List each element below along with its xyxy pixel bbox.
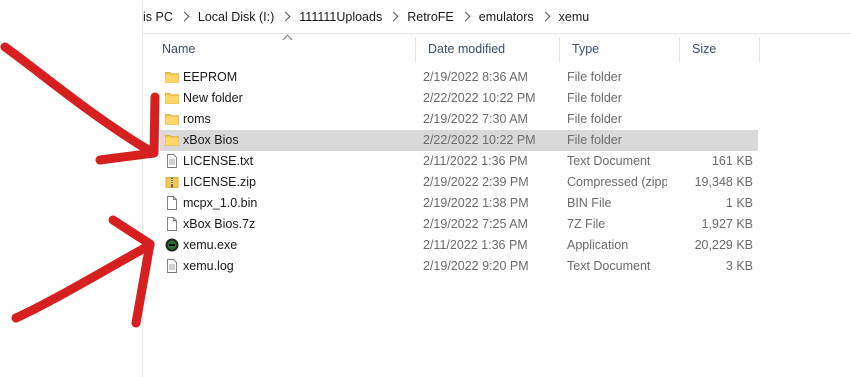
file-date: 2/22/2022 10:22 PM	[423, 133, 536, 147]
file-icon	[165, 196, 179, 210]
file-date: 2/22/2022 10:22 PM	[423, 91, 536, 105]
column-label-name: Name	[162, 42, 196, 56]
file-type: File folder	[567, 133, 622, 147]
column-label-size: Size	[692, 42, 717, 56]
file-date: 2/19/2022 1:38 PM	[423, 196, 529, 210]
file-date: 2/11/2022 1:36 PM	[423, 154, 528, 168]
file-date: 2/19/2022 8:36 AM	[423, 70, 528, 84]
folder-icon	[165, 91, 179, 105]
navigation-pane	[0, 0, 143, 377]
file-name: LICENSE.zip	[183, 175, 256, 189]
file-size: 1 KB	[725, 196, 753, 210]
file-type: Compressed (zipp...	[567, 175, 667, 189]
chevron-right-icon[interactable]	[540, 11, 551, 22]
chevron-right-icon[interactable]	[280, 11, 291, 22]
column-header-name[interactable]: Name	[150, 34, 416, 62]
file-row[interactable]: xBox Bios.7z 2/19/2022 7:25 AM 7Z File 1…	[160, 214, 758, 235]
column-label-type: Type	[572, 42, 600, 56]
file-size: 20,229 KB	[694, 238, 753, 252]
breadcrumb-xemu[interactable]: xemu	[553, 10, 596, 24]
xemu-app-icon	[165, 238, 179, 252]
file-name: xBox Bios	[183, 133, 239, 147]
file-row[interactable]: LICENSE.txt 2/11/2022 1:36 PM Text Docum…	[160, 151, 758, 172]
file-list: EEPROM 2/19/2022 8:36 AM File folder New…	[160, 67, 758, 277]
sort-ascending-icon	[282, 34, 293, 45]
file-size: 1,927 KB	[701, 217, 753, 231]
file-row[interactable]: EEPROM 2/19/2022 8:36 AM File folder	[160, 67, 758, 88]
column-header-size[interactable]: Size	[680, 37, 760, 62]
file-icon	[165, 217, 179, 231]
file-type: 7Z File	[567, 217, 606, 231]
file-date: 2/11/2022 1:36 PM	[423, 238, 528, 252]
file-type: Text Document	[567, 259, 651, 273]
chevron-right-icon[interactable]	[179, 11, 190, 22]
file-size: 3 KB	[725, 259, 753, 273]
folder-icon	[165, 133, 179, 147]
file-row[interactable]: LICENSE.zip 2/19/2022 2:39 PM Compressed…	[160, 172, 758, 193]
file-date: 2/19/2022 7:25 AM	[423, 217, 528, 231]
file-type: BIN File	[567, 196, 612, 210]
file-row[interactable]: xemu.log 2/19/2022 9:20 PM Text Document…	[160, 256, 758, 277]
file-row[interactable]: mcpx_1.0.bin 2/19/2022 1:38 PM BIN File …	[160, 193, 758, 214]
column-header-type[interactable]: Type	[560, 37, 680, 62]
column-header: Name Date modified Type Size	[150, 34, 770, 62]
column-header-date[interactable]: Date modified	[416, 37, 560, 62]
file-type: File folder	[567, 70, 622, 84]
text-document-icon	[165, 259, 179, 273]
address-bar[interactable]: is PC Local Disk (I:) 111111Uploads Retr…	[143, 0, 851, 34]
zip-folder-icon	[165, 175, 179, 189]
file-name: xemu.log	[183, 259, 234, 273]
file-name: New folder	[183, 91, 243, 105]
file-size: 161 KB	[711, 154, 753, 168]
file-type: File folder	[567, 112, 622, 126]
file-date: 2/19/2022 7:30 AM	[423, 112, 528, 126]
file-type: File folder	[567, 91, 622, 105]
chevron-right-icon[interactable]	[388, 11, 399, 22]
breadcrumb-retrofe[interactable]: RetroFE	[401, 10, 460, 24]
file-row[interactable]: New folder 2/22/2022 10:22 PM File folde…	[160, 88, 758, 109]
column-label-date: Date modified	[428, 42, 506, 56]
file-date: 2/19/2022 2:39 PM	[423, 175, 529, 189]
file-type: Application	[567, 238, 629, 252]
breadcrumb-local-disk[interactable]: Local Disk (I:)	[192, 10, 280, 24]
file-date: 2/19/2022 9:20 PM	[423, 259, 529, 273]
file-row-selected[interactable]: xBox Bios 2/22/2022 10:22 PM File folder	[160, 130, 758, 151]
file-name: roms	[183, 112, 211, 126]
file-name: LICENSE.txt	[183, 154, 254, 168]
breadcrumb-emulators[interactable]: emulators	[473, 10, 540, 24]
chevron-right-icon[interactable]	[460, 11, 471, 22]
breadcrumb-this-pc[interactable]: is PC	[143, 10, 179, 24]
file-row[interactable]: roms 2/19/2022 7:30 AM File folder	[160, 109, 758, 130]
folder-icon	[165, 70, 179, 84]
file-row[interactable]: xemu.exe 2/11/2022 1:36 PM Application 2…	[160, 235, 758, 256]
file-name: xemu.exe	[183, 238, 238, 252]
file-type: Text Document	[567, 154, 651, 168]
breadcrumb-uploads[interactable]: 111111Uploads	[293, 10, 388, 24]
file-size: 19,348 KB	[694, 175, 753, 189]
file-name: mcpx_1.0.bin	[183, 196, 258, 210]
folder-icon	[165, 112, 179, 126]
file-name: xBox Bios.7z	[183, 217, 256, 231]
file-name: EEPROM	[183, 70, 238, 84]
text-document-icon	[165, 154, 179, 168]
